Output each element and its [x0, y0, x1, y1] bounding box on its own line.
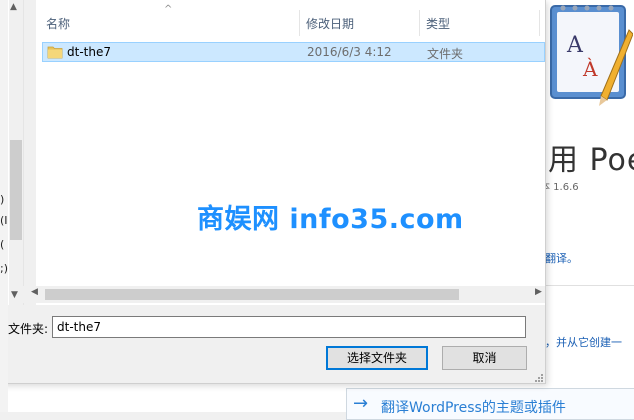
- cancel-button[interactable]: 取消: [442, 346, 527, 370]
- horizontal-scrollbar[interactable]: ◀ ▶: [23, 286, 545, 303]
- scroll-up-icon[interactable]: ▲: [10, 2, 17, 12]
- background-text: (I: [0, 214, 8, 227]
- folder-input[interactable]: [52, 316, 526, 338]
- scroll-down-icon[interactable]: ▼: [11, 290, 18, 300]
- background-text: ;): [0, 262, 8, 275]
- sort-up-icon: ^: [164, 4, 173, 15]
- scroll-right-icon[interactable]: ▶: [535, 287, 542, 297]
- scroll-left-icon[interactable]: ◀: [31, 287, 38, 297]
- translate-wordpress-label: 翻译WordPress的主题或插件: [381, 400, 566, 416]
- background-link[interactable]: 翻译。: [545, 250, 578, 266]
- column-divider[interactable]: [539, 10, 540, 36]
- file-list[interactable]: ^ 名称 修改日期 类型 dt-the7 2016/6/3 4:12 文件夹: [36, 0, 545, 305]
- divider: [545, 285, 634, 286]
- poedit-logo-icon: A À: [550, 5, 633, 106]
- select-folder-dialog: ) (I ( ;) ▲ ▼ ^ 名称 修改日期 类型 dt-the7 2016/…: [0, 0, 546, 384]
- background-text: (: [0, 238, 5, 251]
- background-left-strip: ) (I ( ;): [0, 0, 8, 412]
- background-link[interactable]: ，并从它创建一: [545, 334, 622, 350]
- select-folder-button[interactable]: 选择文件夹: [326, 346, 428, 370]
- resize-grip-icon[interactable]: [533, 372, 543, 382]
- watermark: 商娱网 info35.com: [197, 204, 464, 235]
- column-divider[interactable]: [299, 10, 300, 36]
- folder-label: 文件夹:: [8, 322, 49, 336]
- nav-pane-scroll-thumb[interactable]: [10, 140, 22, 240]
- arrow-right-icon: →: [353, 393, 369, 414]
- horizontal-scroll-thumb[interactable]: [45, 289, 459, 300]
- column-header-row: ^ 名称 修改日期 类型: [36, 4, 545, 36]
- column-header-name[interactable]: 名称: [46, 15, 70, 32]
- poedit-title: 用 Poec: [548, 143, 634, 178]
- folder-icon: [47, 46, 63, 59]
- svg-text:À: À: [582, 57, 598, 81]
- translate-wordpress-button[interactable]: → 翻译WordPress的主题或插件: [346, 388, 634, 420]
- file-type: 文件夹: [427, 47, 464, 61]
- file-name: dt-the7: [67, 45, 111, 59]
- svg-text:A: A: [566, 33, 584, 58]
- column-divider[interactable]: [419, 10, 420, 36]
- column-header-date[interactable]: 修改日期: [306, 15, 354, 32]
- background-text: ): [0, 193, 5, 206]
- column-header-type[interactable]: 类型: [426, 15, 450, 32]
- file-date: 2016/6/3 4:12: [307, 45, 392, 59]
- file-row[interactable]: dt-the7 2016/6/3 4:12 文件夹: [42, 42, 545, 62]
